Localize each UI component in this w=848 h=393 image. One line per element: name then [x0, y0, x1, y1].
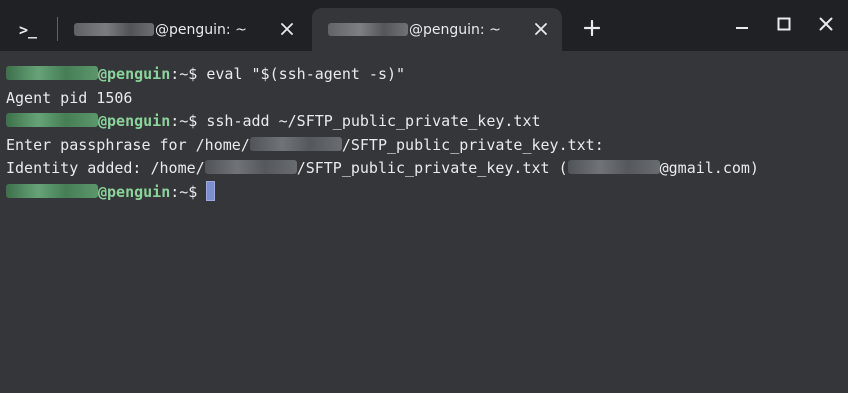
- text-cursor: [206, 180, 216, 201]
- command-text: eval "$(ssh-agent -s)": [206, 65, 406, 83]
- prompt-host: @penguin: [98, 112, 171, 130]
- redacted-username: [6, 113, 98, 127]
- terminal-line: Agent pid 1506: [6, 87, 848, 111]
- terminal-line: @penguin:~$ eval "$(ssh-agent -s)": [6, 63, 848, 87]
- terminal-line: Enter passphrase for /home/ /SFTP_public_…: [6, 134, 848, 158]
- redacted-username: [74, 23, 154, 36]
- redacted-email: [567, 160, 660, 174]
- tab-title: @penguin: ~: [155, 21, 247, 38]
- minimize-icon[interactable]: [730, 12, 754, 36]
- terminal-line: Identity added: /home/ /SFTP_public_priva…: [6, 157, 848, 181]
- redacted-username: [6, 66, 98, 80]
- output-text: /SFTP_public_private_key.txt:: [341, 135, 604, 154]
- command-text: ssh-add ~/SFTP_public_private_key.txt: [206, 112, 541, 130]
- tab-penguin-2[interactable]: @penguin: ~: [312, 8, 562, 51]
- redacted-username: [204, 160, 297, 174]
- tab-title: @penguin: ~: [409, 21, 501, 38]
- redacted-username: [249, 136, 342, 151]
- prompt-host: @penguin: [98, 182, 171, 201]
- terminal-line: @penguin:~$ ssh-add ~/SFTP_public_privat…: [6, 110, 848, 134]
- prompt-host: @penguin: [98, 65, 171, 83]
- output-text: Identity added: /home/: [6, 159, 205, 177]
- redacted-username: [328, 23, 408, 36]
- output-text: @gmail.com): [659, 159, 759, 177]
- terminal-window: >_ @penguin: ~ @penguin: ~ @penguin:~$ e…: [0, 0, 848, 393]
- close-icon[interactable]: [532, 20, 550, 38]
- tab-penguin-1[interactable]: @penguin: ~: [58, 8, 308, 51]
- redacted-username: [6, 183, 98, 198]
- output-text: Agent pid 1506: [6, 88, 133, 107]
- tab-strip: >_ @penguin: ~ @penguin: ~: [0, 0, 848, 51]
- close-icon[interactable]: [814, 12, 838, 36]
- prompt-path: :~$: [170, 182, 207, 201]
- terminal-output[interactable]: @penguin:~$ eval "$(ssh-agent -s)" Agent…: [0, 51, 848, 393]
- prompt-path: :~$: [170, 65, 207, 83]
- output-text: Enter passphrase for /home/: [6, 135, 250, 154]
- close-icon[interactable]: [278, 20, 296, 38]
- maximize-icon[interactable]: [772, 12, 796, 36]
- output-text: /SFTP_public_private_key.txt (: [296, 159, 568, 177]
- prompt-path: :~$: [170, 112, 207, 130]
- plus-icon[interactable]: [580, 16, 604, 40]
- terminal-line: @penguin:~$: [6, 180, 848, 205]
- terminal-app-icon[interactable]: >_: [0, 8, 56, 51]
